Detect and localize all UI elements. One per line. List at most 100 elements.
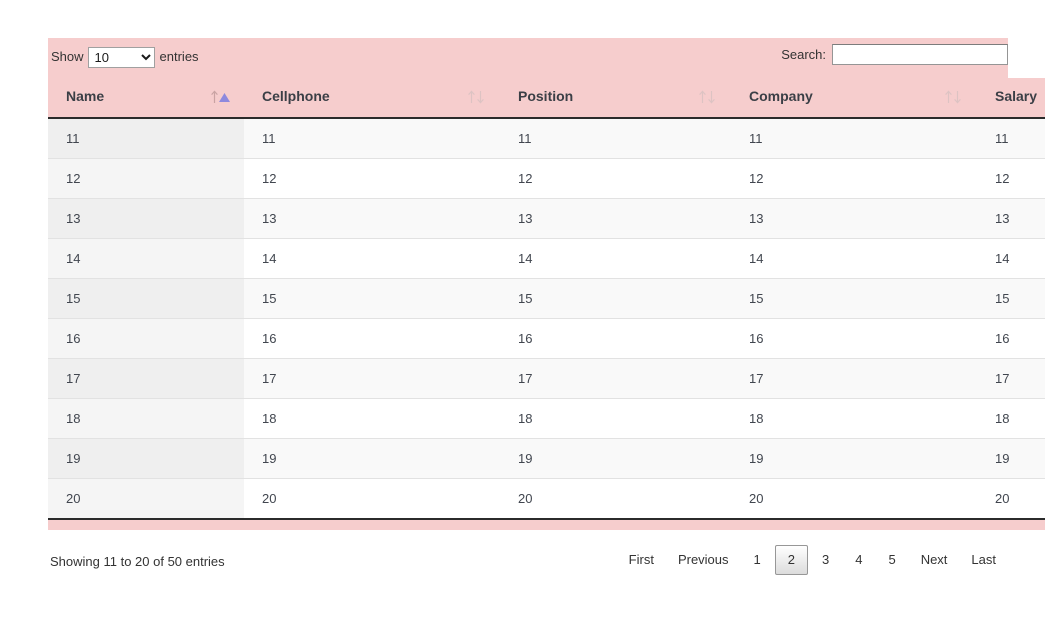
cell-salary: 19 xyxy=(977,439,1045,479)
cell-salary: 15 xyxy=(977,279,1045,319)
data-table: Name Cellphone xyxy=(48,78,1045,530)
table-row: 1212121212 xyxy=(48,159,1045,199)
cell-cellphone: 14 xyxy=(244,239,500,279)
pagination-page-1[interactable]: 1 xyxy=(742,545,773,575)
sort-updown-icon xyxy=(466,90,488,104)
pagination-page-4[interactable]: 4 xyxy=(843,545,874,575)
cell-salary: 20 xyxy=(977,479,1045,520)
table-footer-row xyxy=(48,519,1045,530)
pagination: FirstPrevious12345NextLast xyxy=(617,545,1008,575)
entries-label: entries xyxy=(160,49,199,64)
cell-position: 11 xyxy=(500,118,731,159)
pagination-next[interactable]: Next xyxy=(910,545,959,575)
cell-salary: 18 xyxy=(977,399,1045,439)
cell-position: 12 xyxy=(500,159,731,199)
cell-company: 19 xyxy=(731,439,977,479)
table-row: 1919191919 xyxy=(48,439,1045,479)
table-info: Showing 11 to 20 of 50 entries xyxy=(50,554,225,569)
cell-name: 15 xyxy=(48,279,244,319)
cell-position: 14 xyxy=(500,239,731,279)
cell-salary: 11 xyxy=(977,118,1045,159)
entries-length-select[interactable]: 102550100 xyxy=(88,47,155,68)
table-row: 1818181818 xyxy=(48,399,1045,439)
cell-company: 13 xyxy=(731,199,977,239)
cell-company: 12 xyxy=(731,159,977,199)
table-bottom-bar: Showing 11 to 20 of 50 entries FirstPrev… xyxy=(48,530,1008,584)
cell-salary: 14 xyxy=(977,239,1045,279)
column-label-salary: Salary xyxy=(995,88,1037,104)
cell-position: 13 xyxy=(500,199,731,239)
table-header-row: Name Cellphone xyxy=(48,78,1045,118)
table-row: 1616161616 xyxy=(48,319,1045,359)
table-controls-bar: Show 102550100 entries Search: xyxy=(48,38,1008,78)
cell-name: 17 xyxy=(48,359,244,399)
cell-cellphone: 13 xyxy=(244,199,500,239)
table-row: 1717171717 xyxy=(48,359,1045,399)
cell-salary: 12 xyxy=(977,159,1045,199)
column-label-company: Company xyxy=(749,88,813,104)
datatable-wrapper: Show 102550100 entries Search: Name xyxy=(48,38,1008,584)
cell-salary: 17 xyxy=(977,359,1045,399)
column-label-name: Name xyxy=(66,88,104,104)
column-label-cellphone: Cellphone xyxy=(262,88,330,104)
sort-updown-icon xyxy=(697,90,719,104)
column-header-company[interactable]: Company xyxy=(731,78,977,118)
table-foot xyxy=(48,519,1045,530)
table-row: 1313131313 xyxy=(48,199,1045,239)
cell-company: 17 xyxy=(731,359,977,399)
search-control: Search: xyxy=(781,44,1008,65)
cell-name: 11 xyxy=(48,118,244,159)
cell-salary: 13 xyxy=(977,199,1045,239)
sort-ascending-active-icon xyxy=(210,90,232,104)
column-header-position[interactable]: Position xyxy=(500,78,731,118)
cell-company: 11 xyxy=(731,118,977,159)
cell-position: 18 xyxy=(500,399,731,439)
cell-company: 16 xyxy=(731,319,977,359)
cell-name: 14 xyxy=(48,239,244,279)
table-body: 1111111111121212121213131313131414141414… xyxy=(48,118,1045,519)
cell-position: 20 xyxy=(500,479,731,520)
length-control: Show 102550100 entries xyxy=(51,47,199,68)
cell-position: 16 xyxy=(500,319,731,359)
cell-name: 12 xyxy=(48,159,244,199)
cell-name: 13 xyxy=(48,199,244,239)
cell-position: 17 xyxy=(500,359,731,399)
table-head: Name Cellphone xyxy=(48,78,1045,118)
pagination-page-5[interactable]: 5 xyxy=(876,545,907,575)
column-header-cellphone[interactable]: Cellphone xyxy=(244,78,500,118)
table-row: 1515151515 xyxy=(48,279,1045,319)
cell-company: 18 xyxy=(731,399,977,439)
search-input[interactable] xyxy=(832,44,1008,65)
pagination-last[interactable]: Last xyxy=(960,545,1007,575)
cell-cellphone: 17 xyxy=(244,359,500,399)
column-header-salary[interactable]: Salary xyxy=(977,78,1045,118)
cell-name: 16 xyxy=(48,319,244,359)
cell-cellphone: 12 xyxy=(244,159,500,199)
cell-cellphone: 15 xyxy=(244,279,500,319)
cell-name: 18 xyxy=(48,399,244,439)
table-row: 1111111111 xyxy=(48,118,1045,159)
cell-cellphone: 20 xyxy=(244,479,500,520)
cell-salary: 16 xyxy=(977,319,1045,359)
cell-company: 15 xyxy=(731,279,977,319)
pagination-page-3[interactable]: 3 xyxy=(810,545,841,575)
table-row: 1414141414 xyxy=(48,239,1045,279)
cell-cellphone: 19 xyxy=(244,439,500,479)
cell-position: 15 xyxy=(500,279,731,319)
pagination-first[interactable]: First xyxy=(618,545,665,575)
cell-position: 19 xyxy=(500,439,731,479)
cell-name: 20 xyxy=(48,479,244,520)
pagination-previous[interactable]: Previous xyxy=(667,545,740,575)
cell-name: 19 xyxy=(48,439,244,479)
show-label: Show xyxy=(51,49,84,64)
cell-cellphone: 11 xyxy=(244,118,500,159)
search-label: Search: xyxy=(781,47,826,62)
cell-company: 20 xyxy=(731,479,977,520)
pagination-page-2[interactable]: 2 xyxy=(775,545,808,575)
sort-updown-icon xyxy=(943,90,965,104)
column-header-name[interactable]: Name xyxy=(48,78,244,118)
cell-company: 14 xyxy=(731,239,977,279)
cell-cellphone: 16 xyxy=(244,319,500,359)
cell-cellphone: 18 xyxy=(244,399,500,439)
column-label-position: Position xyxy=(518,88,573,104)
